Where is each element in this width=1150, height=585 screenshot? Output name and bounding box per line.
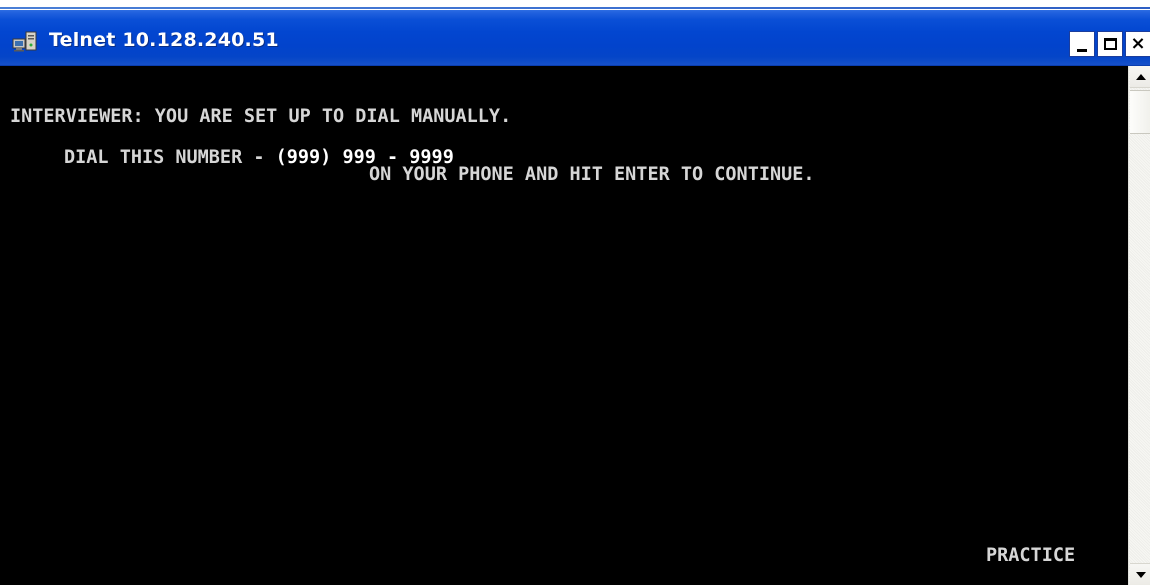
dial-label: DIAL THIS NUMBER -	[64, 147, 276, 168]
vertical-scrollbar[interactable]	[1128, 66, 1150, 585]
close-button[interactable]: ×	[1125, 31, 1150, 57]
scroll-down-arrow-icon	[1135, 571, 1146, 578]
continue-instruction: ON YOUR PHONE AND HIT ENTER TO CONTINUE.	[369, 164, 815, 185]
mode-status: PRACTICE	[986, 545, 1076, 566]
maximize-icon	[1103, 38, 1117, 50]
window-title: Telnet 10.128.240.51	[49, 29, 279, 51]
scroll-up-button[interactable]	[1130, 66, 1150, 88]
telnet-window: Telnet 10.128.240.51 × INTERVIEWER: YOU …	[0, 0, 1150, 585]
close-icon: ×	[1130, 33, 1146, 54]
scroll-thumb[interactable]	[1130, 90, 1150, 134]
telnet-computer-icon[interactable]	[12, 30, 38, 52]
minimize-button[interactable]	[1069, 31, 1095, 57]
interviewer-message: INTERVIEWER: YOU ARE SET UP TO DIAL MANU…	[10, 106, 512, 127]
scroll-up-arrow-icon	[1135, 73, 1146, 80]
minimize-icon	[1077, 48, 1087, 52]
terminal-screen[interactable]: INTERVIEWER: YOU ARE SET UP TO DIAL MANU…	[0, 66, 1128, 585]
title-bar[interactable]: Telnet 10.128.240.51 ×	[0, 10, 1150, 66]
maximize-button[interactable]	[1097, 31, 1123, 57]
scroll-down-button[interactable]	[1130, 563, 1150, 585]
window-top-edge	[0, 0, 1150, 10]
